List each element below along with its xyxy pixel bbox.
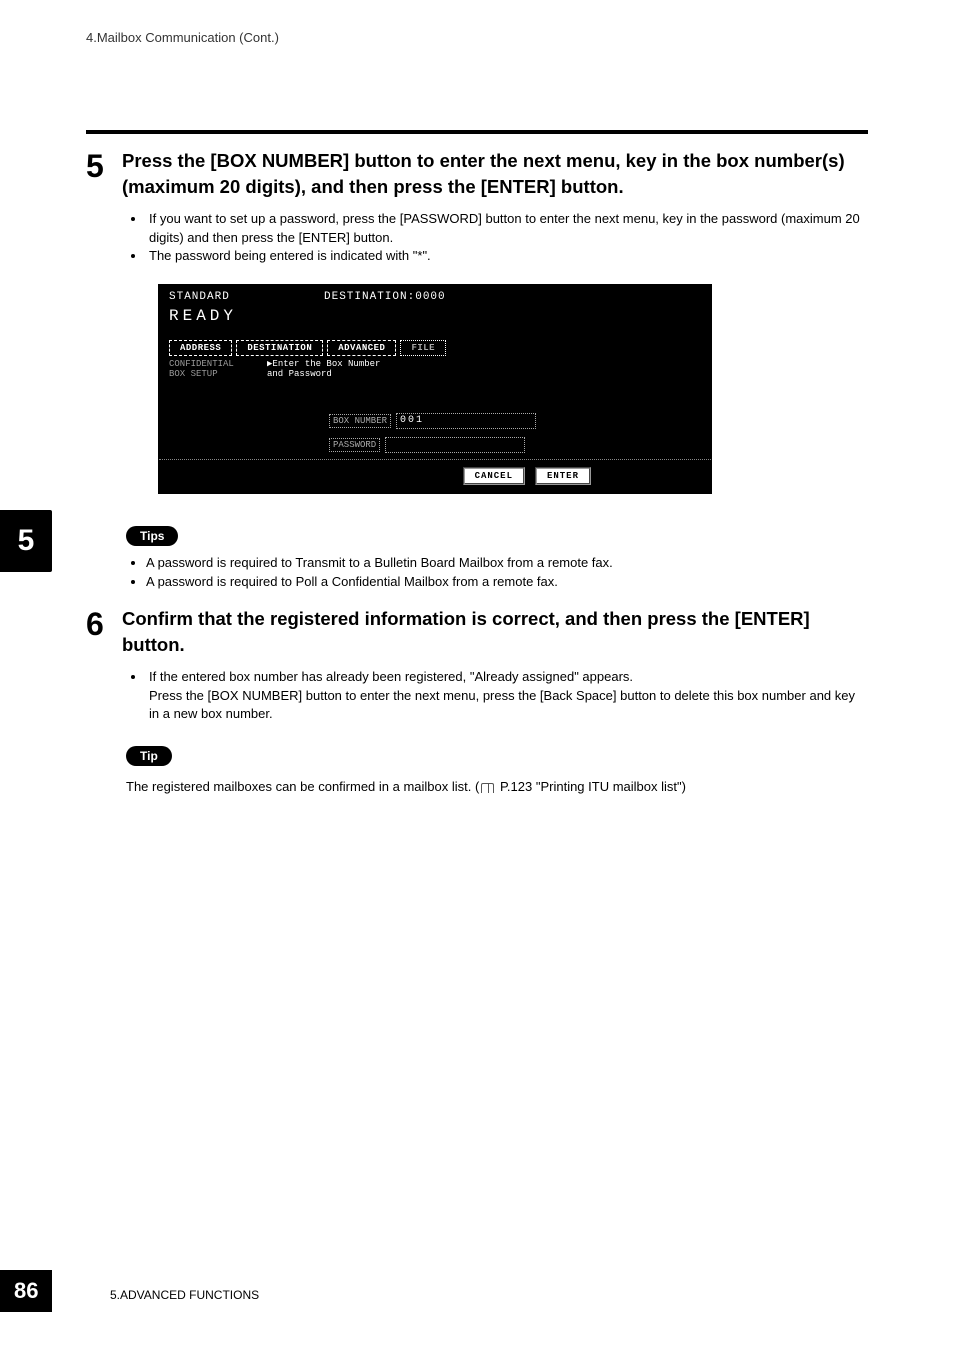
step-5-number: 5 (86, 148, 122, 266)
breadcrumb: 4.Mailbox Communication (Cont.) (86, 30, 279, 45)
lcd-password-value[interactable] (385, 437, 525, 453)
step-6-number: 6 (86, 606, 122, 724)
section-divider (86, 130, 868, 134)
side-chapter-tab: 5 (0, 510, 52, 572)
lcd-box-number-button[interactable]: BOX NUMBER (329, 414, 391, 428)
page-number: 86 (0, 1270, 52, 1312)
step-5-bullets: If you want to set up a password, press … (146, 210, 868, 267)
step-5-bullet-2: The password being entered is indicated … (146, 247, 868, 266)
lcd-box-number-value[interactable]: 001 (396, 413, 536, 429)
footer-text: 5.ADVANCED FUNCTIONS (110, 1288, 259, 1302)
lcd-enter-prompt: ▶Enter the Box Number and Password (267, 360, 380, 380)
lcd-box-number-row: BOX NUMBER 001 (329, 413, 536, 429)
lcd-destination: DESTINATION:0000 (324, 291, 446, 303)
tips-bullet-2: A password is required to Poll a Confide… (146, 573, 868, 592)
tips-pill: Tips (126, 526, 178, 546)
lcd-tabs: ADDRESS DESTINATION ADVANCED FILE (169, 340, 446, 356)
tips-bullets: A password is required to Transmit to a … (146, 554, 868, 592)
footer: 86 5.ADVANCED FUNCTIONS (0, 1272, 954, 1312)
lcd-tab-file[interactable]: FILE (400, 340, 446, 356)
step-5: 5 Press the [BOX NUMBER] button to enter… (86, 148, 868, 266)
step-6-body: Confirm that the registered information … (122, 606, 868, 724)
tips-bullet-1: A password is required to Transmit to a … (146, 554, 868, 573)
step-5-title: Press the [BOX NUMBER] button to enter t… (122, 148, 868, 200)
step-6: 6 Confirm that the registered informatio… (86, 606, 868, 724)
lcd-tab-advanced[interactable]: ADVANCED (327, 340, 396, 356)
step-6-bullets: If the entered box number has already be… (146, 668, 868, 725)
step-5-body: Press the [BOX NUMBER] button to enter t… (122, 148, 868, 266)
lcd-enter-button[interactable]: ENTER (535, 467, 591, 485)
book-icon (481, 783, 494, 793)
lcd-cancel-button[interactable]: CANCEL (463, 467, 525, 485)
lcd-tab-address[interactable]: ADDRESS (169, 340, 232, 356)
tip-pill: Tip (126, 746, 172, 766)
lcd-confidential-label: CONFIDENTIAL BOX SETUP (169, 360, 234, 380)
tip-text: The registered mailboxes can be confirme… (126, 778, 868, 796)
lcd-tab-destination[interactable]: DESTINATION (236, 340, 323, 356)
lcd-buttons: CANCEL ENTER (463, 467, 591, 485)
lcd-standard: STANDARD (169, 291, 230, 303)
lcd-bottom-bar: CANCEL ENTER (159, 459, 711, 493)
lcd-password-row: PASSWORD (329, 437, 525, 453)
lcd-ready: READY (169, 307, 237, 325)
content-area: 5 Press the [BOX NUMBER] button to enter… (86, 148, 868, 807)
lcd-screenshot: STANDARD DESTINATION:0000 READY ADDRESS … (158, 284, 712, 494)
step-5-bullet-1: If you want to set up a password, press … (146, 210, 868, 248)
step-6-title: Confirm that the registered information … (122, 606, 868, 658)
step-6-bullet-1: If the entered box number has already be… (146, 668, 868, 725)
lcd-password-button[interactable]: PASSWORD (329, 438, 380, 452)
